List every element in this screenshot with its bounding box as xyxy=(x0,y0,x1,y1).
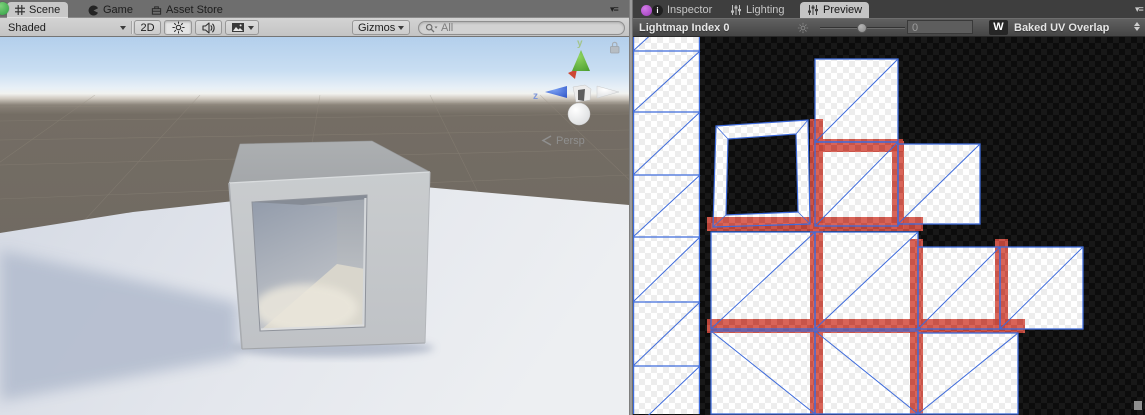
search-icon xyxy=(425,23,438,32)
tab-scene[interactable]: Scene xyxy=(7,2,69,18)
tab-inspector[interactable]: i Inspector xyxy=(634,2,719,18)
unity-editor-window: Scene Game Asset Store ▾≡ Shaded 2D Gizm… xyxy=(0,0,1145,415)
chevron-down-icon xyxy=(120,26,126,30)
scene-viewport[interactable]: y z Persp xyxy=(0,37,629,415)
gizmos-dropdown[interactable]: Gizmos xyxy=(352,20,410,35)
axis-y-label: y xyxy=(577,38,583,49)
2d-toggle-button[interactable]: 2D xyxy=(134,20,161,35)
lightmap-index-value[interactable]: 0 xyxy=(907,20,973,34)
uv-overlap-preview xyxy=(633,37,1145,415)
tab-preview[interactable]: Preview xyxy=(800,2,870,18)
tab-asset-store[interactable]: Asset Store xyxy=(143,2,231,18)
chevron-down-icon xyxy=(247,25,254,30)
lightmap-index-label: Lightmap Index 0 xyxy=(639,22,730,34)
image-effects-icon xyxy=(231,23,244,32)
shading-mode-dropdown[interactable]: Shaded xyxy=(4,20,130,35)
panel-menu-icon[interactable]: ▾≡ xyxy=(1135,4,1144,15)
brightness-slider-knob[interactable] xyxy=(857,23,867,33)
tab-label: Asset Store xyxy=(166,4,223,16)
scene-grid-icon xyxy=(15,5,25,15)
persp-label: Persp xyxy=(556,135,585,147)
w-badge[interactable]: W xyxy=(989,20,1008,35)
scene-3d-render: y z Persp xyxy=(0,37,629,415)
scene-audio-toggle-button[interactable] xyxy=(195,20,222,35)
preview-mode-dropdown[interactable]: Baked UV Overlap xyxy=(1014,22,1109,34)
brightness-slider-track[interactable] xyxy=(820,23,905,33)
axis-z-label: z xyxy=(533,91,538,102)
speaker-icon xyxy=(202,21,215,34)
toolbar-separator xyxy=(131,21,132,34)
scene-search-field[interactable]: All xyxy=(418,21,625,35)
scene-panel-tabbar: Scene Game Asset Store ▾≡ xyxy=(0,0,629,18)
scene-effects-dropdown-button[interactable] xyxy=(225,20,259,35)
tab-label: Preview xyxy=(823,4,863,16)
scene-toolbar: Shaded 2D Gizmos All xyxy=(0,18,629,37)
sliders-icon xyxy=(808,5,818,15)
preview-panel-tabbar: i Inspector Lighting Preview ▾≡ xyxy=(633,0,1145,18)
axis-front-cone xyxy=(567,102,591,126)
scene-lighting-toggle-button[interactable] xyxy=(164,20,192,35)
game-icon xyxy=(88,5,98,15)
lightmap-toolbar: Lightmap Index 0 0 W Baked UV Overlap xyxy=(633,18,1145,37)
tab-game[interactable]: Game xyxy=(80,2,141,18)
preview-panel: i Inspector Lighting Preview ▾≡ Lightmap… xyxy=(633,0,1145,415)
sliders-icon xyxy=(731,5,741,15)
resize-grip[interactable] xyxy=(1134,401,1142,410)
gizmos-label: Gizmos xyxy=(358,21,396,34)
panel-menu-icon[interactable]: ▾≡ xyxy=(610,4,619,15)
inspector-ball-icon xyxy=(641,4,652,16)
cube-mesh xyxy=(228,140,431,350)
tab-label: Scene xyxy=(29,4,61,16)
tab-lighting[interactable]: Lighting xyxy=(723,2,792,18)
dropdown-updown-icon xyxy=(1134,22,1140,31)
tab-label: Lighting xyxy=(746,4,785,16)
search-placeholder: All xyxy=(441,22,454,34)
tab-label: Game xyxy=(103,4,133,16)
info-icon: i xyxy=(652,4,663,16)
uv-layout-render xyxy=(633,37,1145,415)
tab-label: Inspector xyxy=(667,4,713,16)
scene-panel: Scene Game Asset Store ▾≡ Shaded 2D Gizm… xyxy=(0,0,629,415)
chevron-down-icon xyxy=(398,25,404,30)
asset-store-icon xyxy=(151,5,162,15)
2d-label: 2D xyxy=(140,21,155,34)
brightness-icon xyxy=(797,22,809,34)
shading-mode-label: Shaded xyxy=(8,21,46,34)
sun-icon xyxy=(171,21,185,34)
